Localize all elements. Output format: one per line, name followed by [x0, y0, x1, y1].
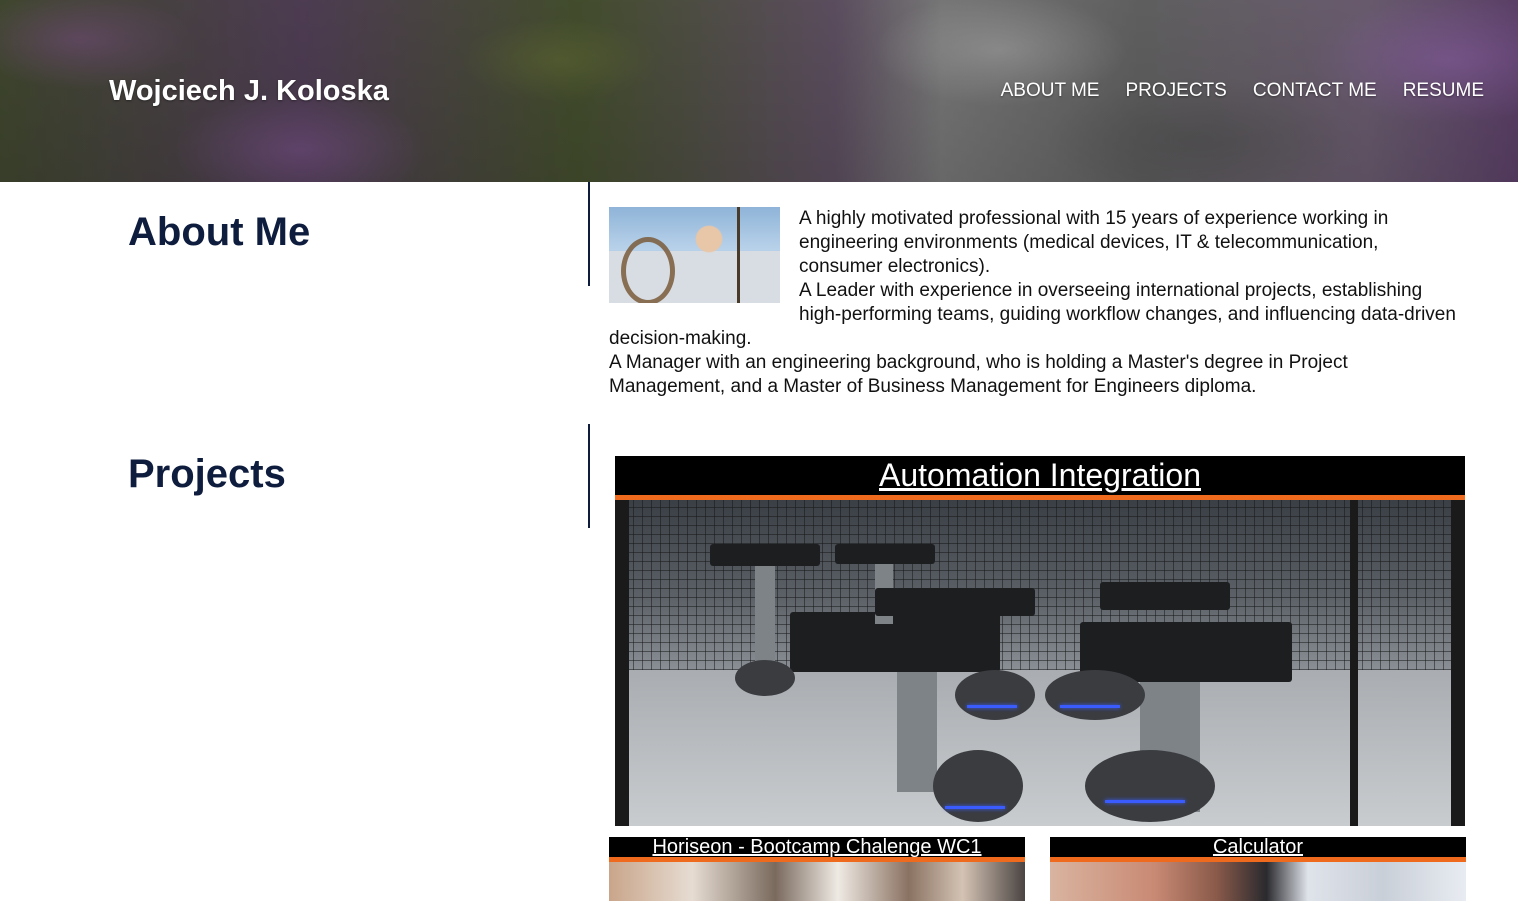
robot-4-platform — [835, 544, 935, 564]
nav-projects[interactable]: PROJECTS — [1125, 80, 1226, 102]
nav-about-me[interactable]: ABOUT ME — [1001, 80, 1100, 102]
robot-1-light — [945, 806, 1005, 809]
about-heading: About Me — [128, 210, 311, 254]
robot-2-base — [1085, 750, 1215, 822]
robot-1-column — [897, 672, 937, 792]
nav-resume[interactable]: RESUME — [1403, 80, 1484, 102]
robot-6-platform — [1100, 582, 1230, 610]
nav-contact-me[interactable]: CONTACT ME — [1253, 80, 1377, 102]
robot-1-platform — [790, 612, 1000, 672]
robot-2-light — [1105, 800, 1185, 803]
robot-1-base — [933, 750, 1023, 822]
site-title: Wojciech J. Koloska — [109, 75, 389, 107]
robot-6-base — [1045, 670, 1145, 720]
featured-project-image[interactable] — [615, 500, 1465, 826]
featured-project-card: Automation Integration — [615, 456, 1465, 831]
project-image-horiseon[interactable] — [609, 862, 1025, 901]
featured-project-link[interactable]: Automation Integration — [879, 457, 1201, 494]
project-link-horiseon[interactable]: Horiseon - Bootcamp Chalenge WC1 — [652, 837, 981, 859]
project-card-horiseon: Horiseon - Bootcamp Chalenge WC1 — [609, 837, 1025, 901]
about-content: A highly motivated professional with 15 … — [609, 207, 1459, 399]
pillar-right — [1451, 500, 1465, 826]
about-paragraph-3: A Manager with an engineering background… — [609, 352, 1348, 397]
robot-6-light — [1060, 705, 1120, 708]
robot-5-platform — [875, 588, 1035, 616]
projects-heading: Projects — [128, 452, 286, 496]
robot-5-base — [955, 670, 1035, 720]
project-link-calculator[interactable]: Calculator — [1213, 837, 1303, 859]
about-divider — [588, 182, 590, 286]
pillar-mid — [1350, 500, 1358, 826]
main-nav: ABOUT ME PROJECTS CONTACT ME RESUME — [1001, 80, 1484, 102]
robot-3-platform — [710, 544, 820, 566]
project-card-calculator: Calculator — [1050, 837, 1466, 901]
featured-project-titlebar: Automation Integration — [615, 456, 1465, 500]
project-titlebar-horiseon: Horiseon - Bootcamp Chalenge WC1 — [609, 837, 1025, 862]
floor — [615, 670, 1465, 826]
robot-3-base — [735, 660, 795, 696]
project-image-calculator[interactable] — [1050, 862, 1466, 901]
profile-photo — [609, 207, 780, 303]
mesh-fence — [615, 500, 1465, 670]
pillar-left — [615, 500, 629, 826]
project-titlebar-calculator: Calculator — [1050, 837, 1466, 862]
projects-divider — [588, 424, 590, 528]
robot-5-light — [967, 705, 1017, 708]
site-header: Wojciech J. Koloska ABOUT ME PROJECTS CO… — [0, 0, 1518, 182]
